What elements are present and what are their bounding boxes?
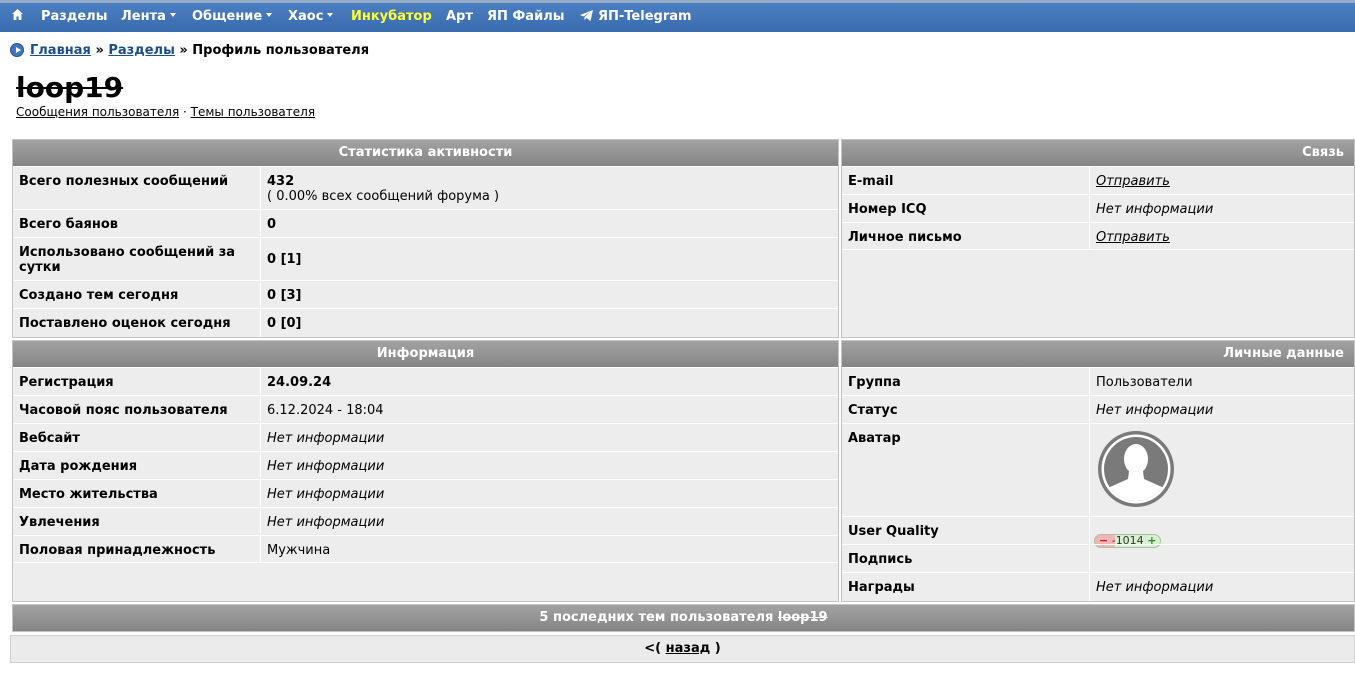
contact-panel: Связь E-mail Отправить Номер ICQ Нет инф… (841, 139, 1355, 338)
table-row: Номер ICQ Нет информации (842, 194, 1354, 222)
table-row: Использовано сообщений за сутки 0 [1] (13, 237, 838, 280)
nav-item-art[interactable]: Арт (446, 9, 473, 24)
chevron-down-icon (266, 12, 273, 17)
table-row: Вебсайт Нет информации (13, 423, 838, 451)
table-row: Создано тем сегодня 0 [3] (13, 280, 838, 308)
panel-header: Статистика активности (13, 140, 838, 166)
nav-item-obshchenie[interactable]: Общение (192, 9, 273, 24)
table-row: Всего баянов 0 (13, 209, 838, 237)
back-bar: <( назад ) (10, 635, 1355, 663)
send-private-message-link[interactable]: Отправить (1096, 230, 1170, 245)
breadcrumb-sections-link[interactable]: Разделы (108, 43, 174, 58)
last-topics-header: 5 последних тем пользователя loop19 (12, 604, 1355, 632)
table-row: Подпись (842, 544, 1354, 572)
table-row: Группа Пользователи (842, 367, 1354, 395)
table-row: Увлечения Нет информации (13, 507, 838, 535)
table-row: Всего полезных сообщений 432 ( 0.00% все… (13, 166, 838, 209)
top-navigation: Разделы Лента Общение Хаос Инкубатор Арт… (0, 0, 1355, 32)
personal-data-panel: Личные данные Группа Пользователи Статус… (841, 340, 1355, 602)
nav-item-lenta[interactable]: Лента (121, 9, 176, 24)
activity-stats-panel: Статистика активности Всего полезных соо… (12, 139, 839, 338)
default-avatar-icon (1098, 431, 1174, 507)
play-circle-icon (10, 43, 24, 57)
panel-header: Связь (842, 140, 1354, 166)
breadcrumb-home-link[interactable]: Главная (30, 43, 91, 58)
table-row: Статус Нет информации (842, 395, 1354, 423)
send-email-link[interactable]: Отправить (1096, 174, 1170, 189)
nav-item-inkubator[interactable]: Инкубатор (351, 9, 432, 24)
telegram-icon (580, 10, 593, 21)
table-row: Награды Нет информации (842, 572, 1354, 602)
user-links: Сообщения пользователя · Темы пользовате… (16, 105, 316, 119)
chevron-down-icon (169, 12, 176, 17)
table-row: Часовой пояс пользователя 6.12.2024 - 18… (13, 395, 838, 423)
home-icon[interactable] (11, 8, 24, 25)
back-link[interactable]: назад (666, 641, 711, 656)
table-row: Личное письмо Отправить (842, 222, 1354, 250)
table-row: Половая принадлежность Мужчина (13, 535, 838, 563)
panel-header: Личные данные (842, 341, 1354, 367)
breadcrumb-current: Профиль пользователя (192, 43, 370, 58)
table-row: E-mail Отправить (842, 166, 1354, 194)
chevron-down-icon (327, 12, 334, 17)
user-topics-link[interactable]: Темы пользователя (191, 105, 315, 119)
nav-item-telegram[interactable]: ЯП-Telegram (579, 9, 692, 24)
nav-item-files[interactable]: ЯП Файлы (487, 9, 564, 24)
table-row: Регистрация 24.09.24 (13, 367, 838, 395)
panel-header: Информация (13, 341, 838, 367)
nav-item-khaos[interactable]: Хаос (288, 9, 334, 24)
table-row: Дата рождения Нет информации (13, 451, 838, 479)
table-row: Место жительства Нет информации (13, 479, 838, 507)
table-row: Поставлено оценок сегодня 0 [0] (13, 308, 838, 338)
breadcrumb: Главная » Разделы » Профиль пользователя (10, 43, 369, 58)
nav-item-razdely[interactable]: Разделы (41, 9, 107, 24)
page-title-username: loop19 (16, 71, 124, 104)
user-messages-link[interactable]: Сообщения пользователя (16, 105, 179, 119)
information-panel: Информация Регистрация 24.09.24 Часовой … (12, 340, 839, 602)
